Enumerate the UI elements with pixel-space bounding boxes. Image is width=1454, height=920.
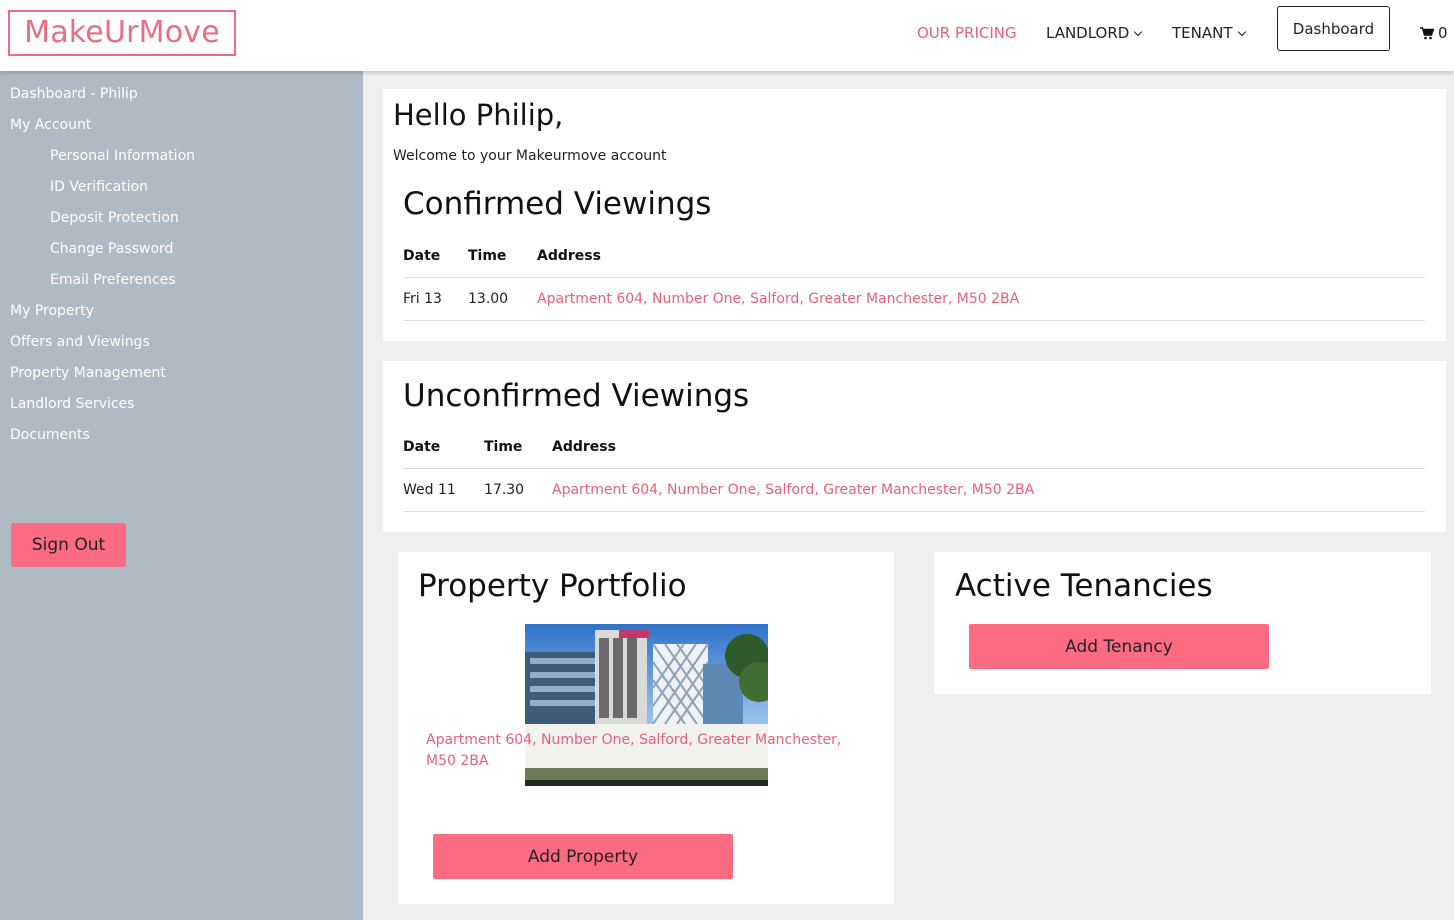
- table-divider: [403, 320, 1425, 321]
- viewing-address-link[interactable]: Apartment 604, Number One, Salford, Grea…: [552, 482, 1034, 498]
- sidebar: Dashboard - Philip My Account Personal I…: [0, 71, 363, 920]
- top-navbar: MakeUrMove OUR PRICING LANDLORD TENANT D…: [0, 0, 1454, 71]
- table-divider: [403, 468, 1425, 469]
- sidebar-item-personal-information[interactable]: Personal Information: [50, 148, 195, 164]
- add-property-button[interactable]: Add Property: [433, 834, 733, 879]
- property-portfolio-title: Property Portfolio: [418, 568, 687, 604]
- confirmed-header-time: Time: [468, 248, 507, 264]
- sidebar-item-documents[interactable]: Documents: [10, 427, 90, 443]
- nav-tenant-label: TENANT: [1172, 24, 1233, 42]
- confirmed-header-address: Address: [537, 248, 601, 264]
- nav-tenant-dropdown[interactable]: TENANT: [1172, 24, 1246, 42]
- nav-our-pricing[interactable]: OUR PRICING: [917, 24, 1017, 42]
- sidebar-item-offers-and-viewings[interactable]: Offers and Viewings: [10, 334, 150, 350]
- viewing-address-link[interactable]: Apartment 604, Number One, Salford, Grea…: [537, 291, 1019, 307]
- confirmed-viewings-title: Confirmed Viewings: [403, 186, 712, 222]
- confirmed-header-date: Date: [403, 248, 441, 264]
- sidebar-item-property-management[interactable]: Property Management: [10, 365, 166, 381]
- active-tenancies-title: Active Tenancies: [955, 568, 1213, 604]
- sidebar-item-my-account[interactable]: My Account: [10, 117, 91, 133]
- sidebar-item-dashboard[interactable]: Dashboard - Philip: [10, 86, 138, 102]
- add-tenancy-button[interactable]: Add Tenancy: [969, 624, 1269, 669]
- table-divider: [403, 277, 1425, 278]
- cart-link[interactable]: 0: [1420, 24, 1448, 42]
- dashboard-button[interactable]: Dashboard: [1277, 6, 1390, 51]
- unconfirmed-header-date: Date: [403, 439, 441, 455]
- sign-out-button[interactable]: Sign Out: [11, 523, 126, 567]
- nav-landlord-label: LANDLORD: [1046, 24, 1130, 42]
- unconfirmed-header-time: Time: [484, 439, 523, 455]
- sidebar-item-deposit-protection[interactable]: Deposit Protection: [50, 210, 179, 226]
- unconfirmed-viewings-title: Unconfirmed Viewings: [403, 378, 750, 414]
- sidebar-item-id-verification[interactable]: ID Verification: [50, 179, 148, 195]
- viewing-time: 17.30: [484, 482, 525, 498]
- sidebar-item-email-preferences[interactable]: Email Preferences: [50, 272, 176, 288]
- table-divider: [403, 511, 1425, 512]
- makeurmove-logo[interactable]: MakeUrMove: [8, 10, 236, 56]
- shopping-cart-icon: [1420, 26, 1434, 39]
- nav-landlord-dropdown[interactable]: LANDLORD: [1046, 24, 1143, 42]
- viewing-date: Wed 11: [403, 482, 456, 498]
- portfolio-address-link[interactable]: Apartment 604, Number One, Salford, Grea…: [426, 730, 866, 772]
- viewing-time: 13.00: [468, 291, 509, 307]
- unconfirmed-header-address: Address: [552, 439, 616, 455]
- sidebar-item-my-property[interactable]: My Property: [10, 303, 94, 319]
- sidebar-item-landlord-services[interactable]: Landlord Services: [10, 396, 134, 412]
- viewing-date: Fri 13: [403, 291, 442, 307]
- sidebar-item-change-password[interactable]: Change Password: [50, 241, 173, 257]
- cart-count: 0: [1438, 24, 1448, 42]
- welcome-text: Welcome to your Makeurmove account: [393, 148, 667, 164]
- chevron-down-icon: [1134, 27, 1143, 37]
- page-title: Hello Philip,: [393, 98, 564, 132]
- chevron-down-icon: [1237, 27, 1246, 37]
